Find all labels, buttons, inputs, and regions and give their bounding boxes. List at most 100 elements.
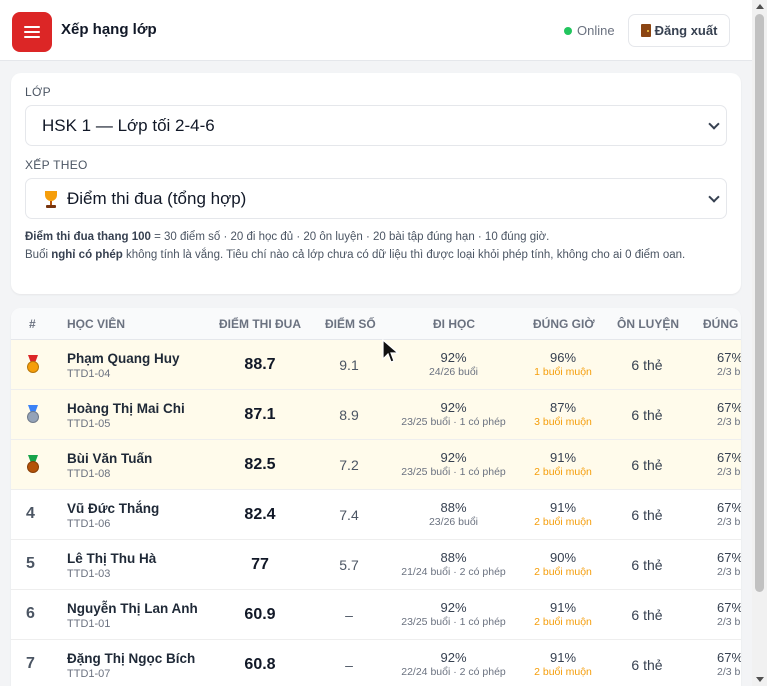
header-review[interactable]: ÔN LUYỆN xyxy=(617,317,679,331)
homework-percent: 67% xyxy=(717,450,741,465)
attendance-cell: 92% 23/25 buổi · 1 có phép xyxy=(386,600,521,628)
attendance-detail: 23/26 buổi xyxy=(428,516,479,528)
rank-number: 4 xyxy=(26,505,35,522)
punctuality-cell: 87% 3 buổi muộn xyxy=(524,400,602,428)
note-pre-2: Buổi xyxy=(25,249,52,261)
attendance-cell: 92% 23/25 buổi · 1 có phép xyxy=(386,400,521,428)
ranking-table: # HỌC VIÊN ĐIỂM THI ĐUA ĐIỂM SỐ ĐI HỌC Đ… xyxy=(11,308,741,686)
logout-button[interactable]: Đăng xuất xyxy=(628,14,730,47)
homework-percent: 67% xyxy=(717,650,741,665)
punctuality-cell: 91% 2 buổi muộn xyxy=(524,450,602,478)
student-name: Đặng Thị Ngọc Bích xyxy=(67,651,196,666)
attendance-cell: 92% 22/24 buổi · 2 có phép xyxy=(386,650,521,678)
medal-icon xyxy=(25,455,41,475)
attendance-percent: 92% xyxy=(440,400,467,415)
late-count: 2 buổi muộn xyxy=(534,466,592,478)
sort-select[interactable]: Điểm thi đua (tổng hợp) xyxy=(25,178,727,219)
student-code: TTD1-08 xyxy=(67,468,111,480)
class-select[interactable]: HSK 1 — Lớp tối 2-4-6 xyxy=(25,105,727,146)
grade-points: – xyxy=(345,607,353,623)
scroll-down-icon[interactable] xyxy=(756,677,764,682)
homework-detail: 2/3 b xyxy=(717,666,741,678)
review-count: 6 thẻ xyxy=(631,507,663,523)
homework-cell: 67% 2/3 b xyxy=(717,450,741,478)
student-name: Vũ Đức Thắng xyxy=(67,501,160,516)
homework-detail: 2/3 b xyxy=(717,416,741,428)
attendance-detail: 21/24 buổi · 2 có phép xyxy=(401,566,506,578)
student-code: TTD1-05 xyxy=(67,418,111,430)
late-count: 2 buổi muộn xyxy=(534,616,592,628)
attendance-percent: 88% xyxy=(440,550,467,565)
status-dot-icon xyxy=(564,26,572,35)
note-bold-2: nghỉ có phép xyxy=(51,249,123,261)
mouse-cursor-icon xyxy=(382,339,399,363)
competition-score: 60.8 xyxy=(244,656,276,673)
review-count: 6 thẻ xyxy=(631,607,663,623)
table-row[interactable]: Hoàng Thị Mai Chi TTD1-05 87.1 8.9 92% 23/25 … xyxy=(11,390,741,440)
homework-detail: 2/3 b xyxy=(717,516,741,528)
hamburger-icon xyxy=(24,26,40,38)
note-text-2: không tính là vắng. Tiêu chí nào cả lớp … xyxy=(122,249,686,261)
grade-points: 9.1 xyxy=(339,357,359,373)
header-points[interactable]: ĐIỂM SỐ xyxy=(325,317,376,331)
attendance-cell: 92% 23/25 buổi · 1 có phép xyxy=(386,450,521,478)
chevron-down-icon xyxy=(708,191,720,203)
table-row[interactable]: Bùi Văn Tuấn TTD1-08 82.5 7.2 92% 23/25 buổi … xyxy=(11,440,741,490)
punctuality-percent: 90% xyxy=(549,550,577,565)
attendance-cell: 88% 21/24 buổi · 2 có phép xyxy=(386,550,521,578)
student-name: Phạm Quang Huy xyxy=(67,351,180,366)
table-row[interactable]: 6 Nguyễn Thị Lan Anh TTD1-01 60.9 – 92% 23/25 … xyxy=(11,590,741,640)
punctuality-cell: 91% 2 buổi muộn xyxy=(524,650,602,678)
online-status: Online xyxy=(564,23,615,38)
table-row[interactable]: 5 Lê Thị Thu Hà TTD1-03 77 5.7 88% 21/24 buổi … xyxy=(11,540,741,590)
page-scrollbar[interactable] xyxy=(752,0,767,686)
homework-cell: 67% 2/3 b xyxy=(717,500,741,528)
review-count: 6 thẻ xyxy=(631,657,663,673)
status-label: Online xyxy=(577,23,615,38)
chevron-down-icon xyxy=(708,118,720,130)
homework-detail: 2/3 b xyxy=(717,466,741,478)
table-header: # HỌC VIÊN ĐIỂM THI ĐUA ĐIỂM SỐ ĐI HỌC Đ… xyxy=(11,308,741,340)
attendance-percent: 88% xyxy=(440,500,467,515)
homework-percent: 67% xyxy=(717,600,741,615)
header-attendance[interactable]: ĐI HỌC xyxy=(433,317,475,331)
note-bold-1: Điểm thi đua thang 100 xyxy=(25,231,151,243)
homework-cell: 67% 2/3 b xyxy=(717,350,741,378)
header-rank[interactable]: # xyxy=(29,317,36,331)
rank-number: 6 xyxy=(26,605,35,622)
student-code: TTD1-01 xyxy=(67,618,111,630)
table-row[interactable]: 4 Vũ Đức Thắng TTD1-06 82.4 7.4 88% 23/26 buổi… xyxy=(11,490,741,540)
homework-detail: 2/3 b xyxy=(717,616,741,628)
class-select-value: HSK 1 — Lớp tối 2-4-6 xyxy=(42,115,215,135)
late-count: 2 buổi muộn xyxy=(534,516,592,528)
page-title: Xếp hạng lớp xyxy=(61,21,157,38)
scrollbar-thumb[interactable] xyxy=(755,14,764,592)
competition-score: 60.9 xyxy=(244,606,276,623)
rank-number: 7 xyxy=(26,655,35,672)
door-icon xyxy=(640,24,651,37)
scoring-note: Điểm thi đua thang 100 = 30 điểm số · 20… xyxy=(25,228,727,264)
header-homework[interactable]: ĐÚNG xyxy=(703,317,738,331)
attendance-detail: 23/25 buổi · 1 có phép xyxy=(401,416,506,428)
table-row[interactable]: Phạm Quang Huy TTD1-04 88.7 9.1 92% 24/26 buổ… xyxy=(11,340,741,390)
punctuality-percent: 91% xyxy=(549,600,577,615)
competition-score: 82.5 xyxy=(244,456,276,473)
late-count: 3 buổi muộn xyxy=(534,416,592,428)
attendance-detail: 23/25 buổi · 1 có phép xyxy=(401,466,506,478)
class-label: LỚP xyxy=(25,85,51,99)
homework-percent: 67% xyxy=(717,550,741,565)
student-name: Bùi Văn Tuấn xyxy=(67,451,153,466)
review-count: 6 thẻ xyxy=(631,457,663,473)
attendance-detail: 24/26 buổi xyxy=(428,366,479,378)
header-punctuality[interactable]: ĐÚNG GIỜ xyxy=(533,317,595,331)
scroll-up-icon[interactable] xyxy=(756,4,764,9)
table-row[interactable]: 7 Đặng Thị Ngọc Bích TTD1-07 60.8 – 92% 22/24 … xyxy=(11,640,741,686)
header-student[interactable]: HỌC VIÊN xyxy=(67,317,125,331)
punctuality-percent: 91% xyxy=(549,450,577,465)
menu-button[interactable] xyxy=(12,12,52,52)
student-name: Lê Thị Thu Hà xyxy=(67,551,157,566)
punctuality-cell: 91% 2 buổi muộn xyxy=(524,600,602,628)
late-count: 1 buổi muộn xyxy=(534,366,592,378)
competition-score: 87.1 xyxy=(244,406,276,423)
header-score[interactable]: ĐIỂM THI ĐUA xyxy=(219,317,301,331)
